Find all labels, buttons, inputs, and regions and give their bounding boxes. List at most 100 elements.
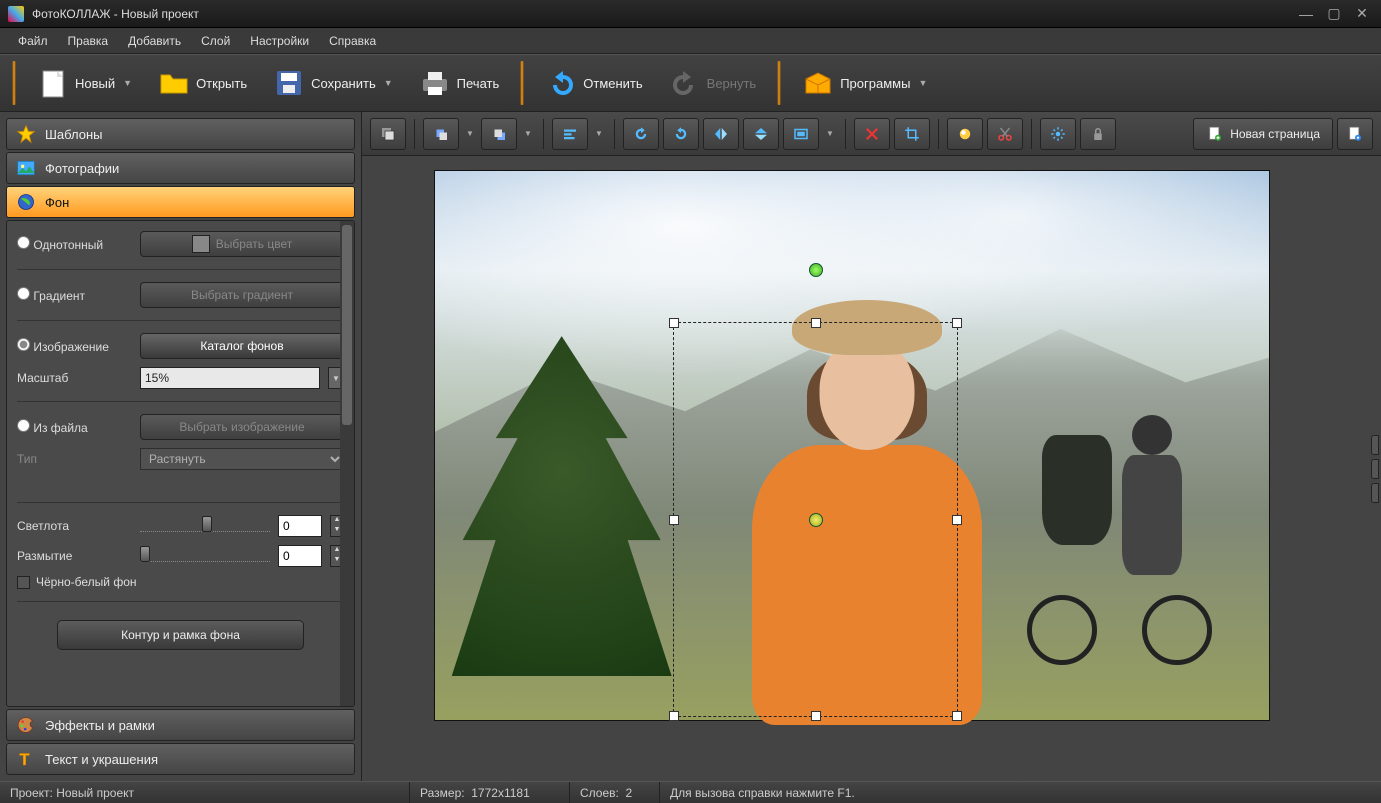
selection-box[interactable]	[673, 322, 958, 717]
chevron-down-icon[interactable]: ▼	[463, 129, 477, 138]
scale-select[interactable]	[140, 367, 320, 389]
chevron-down-icon: ▼	[384, 78, 393, 88]
new-button[interactable]: Новый ▼	[26, 62, 143, 104]
redo-button[interactable]: Вернуть	[658, 62, 768, 104]
chevron-down-icon[interactable]: ▼	[521, 129, 535, 138]
layer-down-button[interactable]	[481, 118, 517, 150]
brightness-slider[interactable]	[140, 520, 270, 532]
menu-help[interactable]: Справка	[319, 30, 386, 52]
blur-value[interactable]: 0	[278, 545, 322, 567]
resize-handle-s[interactable]	[811, 711, 821, 721]
sidebar-item-templates[interactable]: Шаблоны	[6, 118, 355, 150]
text-icon: T	[15, 748, 37, 770]
lock-button[interactable]	[1080, 118, 1116, 150]
catalog-button[interactable]: Каталог фонов	[140, 333, 344, 359]
choose-gradient-button[interactable]: Выбрать градиент	[140, 282, 344, 308]
folder-open-icon	[158, 67, 190, 99]
menu-add[interactable]: Добавить	[118, 30, 191, 52]
layer-up-button[interactable]	[423, 118, 459, 150]
resize-handle-ne[interactable]	[952, 318, 962, 328]
print-button[interactable]: Печать	[408, 62, 511, 104]
programs-button[interactable]: Программы ▼	[791, 62, 938, 104]
delete-button[interactable]	[854, 118, 890, 150]
chevron-down-icon: ▼	[123, 78, 132, 88]
resize-handle-se[interactable]	[952, 711, 962, 721]
panel-scrollbar[interactable]	[340, 221, 354, 706]
status-layers-value: 2	[626, 786, 633, 800]
bring-front-button[interactable]	[370, 118, 406, 150]
app-icon	[8, 6, 24, 22]
center-handle[interactable]	[809, 513, 823, 527]
choose-image-button[interactable]: Выбрать изображение	[140, 414, 344, 440]
bw-checkbox[interactable]: Чёрно-белый фон	[17, 575, 344, 589]
close-button[interactable]: ✕	[1351, 6, 1373, 22]
scale-label: Масштаб	[17, 371, 132, 385]
align-button[interactable]	[552, 118, 588, 150]
status-size-label: Размер:	[420, 786, 465, 800]
resize-handle-nw[interactable]	[669, 318, 679, 328]
minimize-button[interactable]: —	[1295, 6, 1317, 22]
status-bar: Проект: Новый проект Размер: 1772x1181 С…	[0, 781, 1381, 803]
rotate-handle[interactable]	[809, 263, 823, 277]
sidebar-item-text[interactable]: T Текст и украшения	[6, 743, 355, 775]
radio-image[interactable]: Изображение	[17, 338, 132, 354]
resize-handle-w[interactable]	[669, 515, 679, 525]
status-project-label: Проект:	[10, 786, 53, 800]
flip-h-button[interactable]	[703, 118, 739, 150]
star-icon	[15, 123, 37, 145]
status-size-value: 1772x1181	[471, 786, 530, 800]
resize-handle-e[interactable]	[952, 515, 962, 525]
radio-solid[interactable]: Однотонный	[17, 236, 132, 252]
flip-v-button[interactable]	[743, 118, 779, 150]
settings-button[interactable]	[1040, 118, 1076, 150]
background-panel: Однотонный Выбрать цвет Градиент Выбрать…	[6, 220, 355, 707]
canvas-toolbar: ▼ ▼ ▼ ▼ Новая страница	[362, 112, 1381, 156]
undo-button[interactable]: Отменить	[534, 62, 653, 104]
crop-button[interactable]	[894, 118, 930, 150]
brightness-label: Светлота	[17, 519, 132, 533]
cut-button[interactable]	[987, 118, 1023, 150]
blur-label: Размытие	[17, 549, 132, 563]
blur-slider[interactable]	[140, 550, 270, 562]
contour-frame-button[interactable]: Контур и рамка фона	[57, 620, 304, 650]
undo-icon	[545, 67, 577, 99]
flyout-tabs[interactable]	[1371, 435, 1381, 503]
artboard[interactable]	[434, 170, 1270, 721]
radio-gradient[interactable]: Градиент	[17, 287, 132, 303]
rotate-left-button[interactable]	[623, 118, 659, 150]
sidebar-item-background[interactable]: Фон	[6, 186, 355, 218]
chevron-down-icon[interactable]: ▼	[592, 129, 606, 138]
color-swatch	[192, 235, 210, 253]
fit-button[interactable]	[783, 118, 819, 150]
status-layers-label: Слоев:	[580, 786, 619, 800]
resize-handle-sw[interactable]	[669, 711, 679, 721]
redo-icon	[669, 67, 701, 99]
globe-icon	[15, 191, 37, 213]
page-add-icon	[1206, 125, 1224, 143]
new-page-button[interactable]: Новая страница	[1193, 118, 1333, 150]
menu-edit[interactable]: Правка	[58, 30, 119, 52]
save-button[interactable]: Сохранить ▼	[262, 62, 404, 104]
page-settings-button[interactable]	[1337, 118, 1373, 150]
sidebar: Шаблоны Фотографии Фон Однотонный Выбрат…	[0, 112, 362, 781]
sidebar-item-effects[interactable]: Эффекты и рамки	[6, 709, 355, 741]
menu-layer[interactable]: Слой	[191, 30, 240, 52]
resize-handle-n[interactable]	[811, 318, 821, 328]
palette-icon	[15, 714, 37, 736]
menu-file[interactable]: Файл	[8, 30, 58, 52]
canvas[interactable]	[362, 156, 1381, 781]
magic-button[interactable]	[947, 118, 983, 150]
box-icon	[802, 67, 834, 99]
chevron-down-icon[interactable]: ▼	[823, 129, 837, 138]
type-label: Тип	[17, 452, 132, 466]
status-help-text: Для вызова справки нажмите F1.	[670, 786, 855, 800]
brightness-value[interactable]: 0	[278, 515, 322, 537]
choose-color-button[interactable]: Выбрать цвет	[140, 231, 344, 257]
sidebar-item-photos[interactable]: Фотографии	[6, 152, 355, 184]
open-button[interactable]: Открыть	[147, 62, 258, 104]
maximize-button[interactable]: ▢	[1323, 6, 1345, 22]
menu-settings[interactable]: Настройки	[240, 30, 319, 52]
radio-from-file[interactable]: Из файла	[17, 419, 132, 435]
svg-text:T: T	[19, 750, 29, 769]
rotate-right-button[interactable]	[663, 118, 699, 150]
